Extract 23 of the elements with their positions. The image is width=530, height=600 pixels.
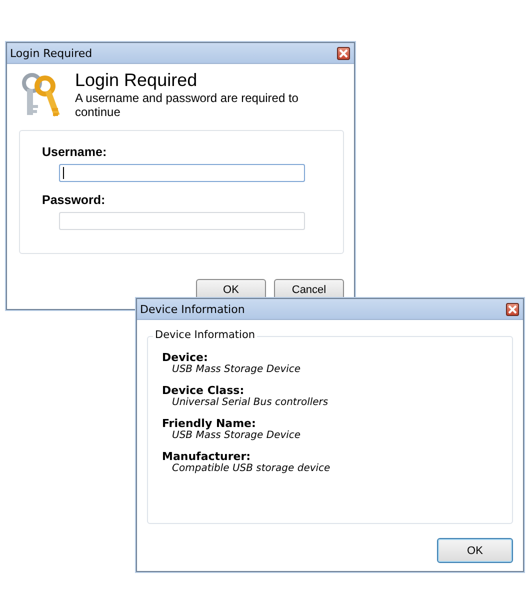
property-value: Universal Serial Bus controllers: [171, 397, 330, 408]
group-title: Device Information: [153, 329, 258, 341]
dialog-heading: Login Required: [75, 70, 198, 91]
ok-button[interactable]: OK: [437, 538, 513, 563]
dialog-message: A username and password are required to continue: [75, 91, 300, 119]
text-caret: [63, 167, 64, 179]
property-label: Manufacturer:: [162, 450, 252, 463]
property-value: USB Mass Storage Device: [171, 430, 302, 441]
close-button[interactable]: [506, 302, 519, 316]
property-label: Friendly Name:: [162, 417, 257, 430]
property-value: USB Mass Storage Device: [171, 364, 302, 375]
window-title: Device Information: [140, 302, 245, 316]
property-value: Compatible USB storage device: [171, 463, 332, 474]
close-icon: [508, 304, 517, 314]
close-button[interactable]: [337, 46, 350, 60]
property-label: Device:: [162, 351, 209, 364]
property-label: Device Class:: [162, 384, 246, 397]
field-label: Username:: [42, 145, 108, 159]
close-icon: [339, 48, 348, 58]
input-field[interactable]: [59, 164, 305, 182]
input-field[interactable]: [59, 212, 305, 230]
field-label: Password:: [42, 193, 106, 207]
window-title: Login Required: [10, 46, 92, 60]
